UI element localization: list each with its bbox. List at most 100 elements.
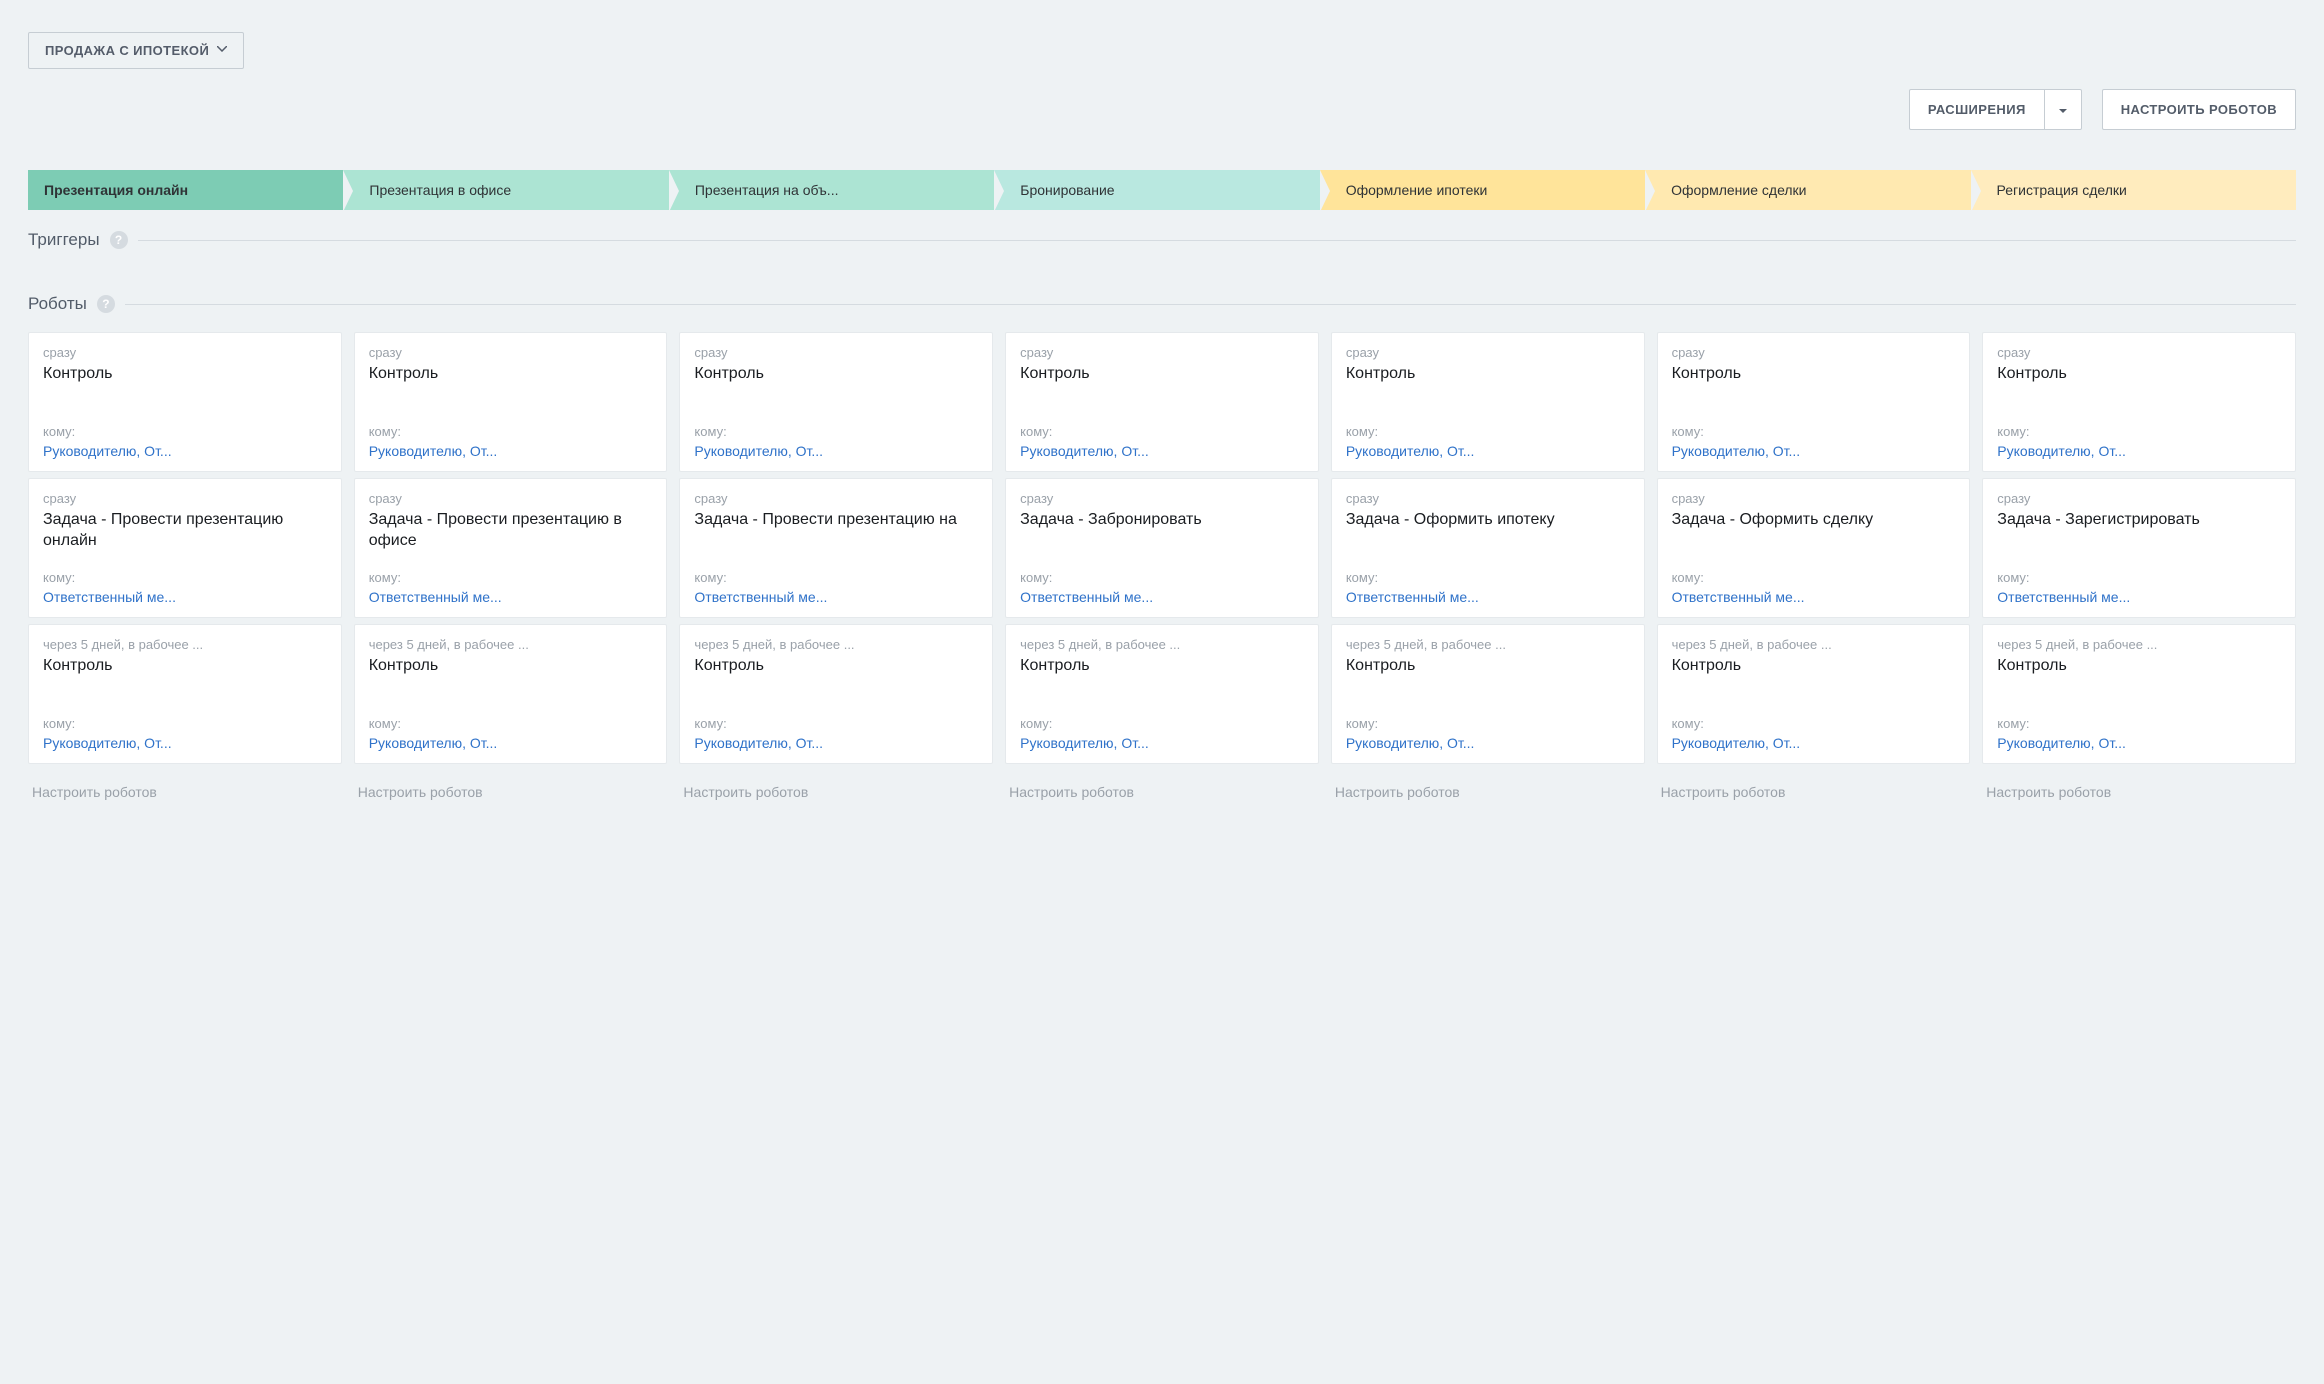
robot-title: Задача - Забронировать bbox=[1020, 510, 1304, 531]
robot-title: Контроль bbox=[1346, 364, 1630, 385]
extensions-button[interactable]: РАСШИРЕНИЯ bbox=[1909, 89, 2082, 130]
robot-card[interactable]: сразуКонтролькому:Руководителю, От... bbox=[1005, 332, 1319, 472]
robot-recipient-value: Руководителю, От... bbox=[1672, 735, 1956, 751]
robot-recipient-value: Руководителю, От... bbox=[369, 735, 653, 751]
pipeline-stage[interactable]: Оформление ипотеки bbox=[1320, 170, 1645, 210]
robot-title: Задача - Провести презентацию онлайн bbox=[43, 510, 327, 552]
robot-title: Задача - Провести презентацию в офисе bbox=[369, 510, 653, 552]
robot-recipient-value: Руководителю, От... bbox=[1020, 443, 1304, 459]
robot-recipient-label: кому: bbox=[1346, 716, 1630, 731]
stage-label: Презентация онлайн bbox=[44, 182, 188, 198]
robot-card[interactable]: сразуЗадача - Забронироватькому:Ответств… bbox=[1005, 478, 1319, 618]
pipeline-stage[interactable]: Презентация онлайн bbox=[28, 170, 343, 210]
robot-recipient-value: Ответственный ме... bbox=[1020, 589, 1304, 605]
robot-card[interactable]: через 5 дней, в рабочее ... Контроль кому:… bbox=[28, 624, 342, 764]
robot-timing: сразу bbox=[43, 491, 327, 506]
robot-timing: сразу bbox=[1997, 345, 2281, 360]
robot-title: Задача - Зарегистрировать bbox=[1997, 510, 2281, 531]
robot-recipient-label: кому: bbox=[1997, 570, 2281, 585]
robot-card[interactable]: сразуКонтролькому:Руководителю, От... bbox=[354, 332, 668, 472]
robot-recipient-label: кому: bbox=[1997, 424, 2281, 439]
robot-title: Контроль bbox=[1672, 364, 1956, 385]
pipeline-stage[interactable]: Регистрация сделки bbox=[1971, 170, 2296, 210]
robot-card[interactable]: сразуЗадача - Провести презентацию в офи… bbox=[354, 478, 668, 618]
pipeline-stage[interactable]: Презентация в офисе bbox=[343, 170, 668, 210]
robot-title: Контроль bbox=[369, 364, 653, 385]
robot-card[interactable]: сразуЗадача - Оформить ипотекукому:Ответ… bbox=[1331, 478, 1645, 618]
configure-robots-link[interactable]: Настроить роботов bbox=[28, 782, 342, 802]
robot-title: Контроль bbox=[694, 656, 978, 677]
robot-timing: сразу bbox=[1346, 345, 1630, 360]
configure-robots-link[interactable]: Настроить роботов bbox=[354, 782, 668, 802]
robot-recipient-label: кому: bbox=[43, 424, 327, 439]
robot-timing: сразу bbox=[694, 345, 978, 360]
configure-robots-link[interactable]: Настроить роботов bbox=[1982, 782, 2296, 802]
pipeline-stage[interactable]: Оформление сделки bbox=[1645, 170, 1970, 210]
robot-timing: сразу bbox=[1346, 491, 1630, 506]
funnel-selector[interactable]: ПРОДАЖА С ИПОТЕКОЙ bbox=[28, 32, 244, 69]
robot-recipient-value: Руководителю, От... bbox=[1997, 443, 2281, 459]
robot-timing: через 5 дней, в рабочее ... bbox=[1672, 637, 1956, 652]
robot-title: Контроль bbox=[43, 656, 327, 677]
configure-robots-link[interactable]: Настроить роботов bbox=[1331, 782, 1645, 802]
robot-recipient-label: кому: bbox=[43, 716, 327, 731]
robot-timing: через 5 дней, в рабочее ... bbox=[1020, 637, 1304, 652]
robot-recipient-value: Руководителю, От... bbox=[1346, 443, 1630, 459]
robot-card[interactable]: через 5 дней, в рабочее ...Контролькому:… bbox=[354, 624, 668, 764]
robot-recipient-label: кому: bbox=[369, 570, 653, 585]
robot-title: Задача - Оформить сделку bbox=[1672, 510, 1956, 531]
triggers-section-header: Триггеры ? bbox=[28, 218, 2296, 262]
robot-timing: через 5 дней, в рабочее ... bbox=[694, 637, 978, 652]
robot-card[interactable]: через 5 дней, в рабочее ...Контролькому:… bbox=[1982, 624, 2296, 764]
configure-robots-link[interactable]: Настроить роботов bbox=[679, 782, 993, 802]
robot-card[interactable]: сразуКонтролькому:Руководителю, От... bbox=[28, 332, 342, 472]
pipeline-stage[interactable]: Презентация на объ... bbox=[669, 170, 994, 210]
robot-timing: сразу bbox=[1672, 345, 1956, 360]
robot-card[interactable]: сразуЗадача - Провести презентацию наком… bbox=[679, 478, 993, 618]
help-icon[interactable]: ? bbox=[110, 231, 128, 249]
robot-timing: через 5 дней, в рабочее ... bbox=[43, 637, 327, 652]
configure-robots-button[interactable]: НАСТРОИТЬ РОБОТОВ bbox=[2102, 89, 2296, 130]
robot-recipient-value: Руководителю, От... bbox=[43, 735, 327, 751]
configure-robots-link[interactable]: Настроить роботов bbox=[1005, 782, 1319, 802]
help-icon[interactable]: ? bbox=[97, 295, 115, 313]
stage-label: Бронирование bbox=[1020, 182, 1114, 198]
robot-recipient-value: Ответственный ме... bbox=[1997, 589, 2281, 605]
configure-robots-link[interactable]: Настроить роботов bbox=[1657, 782, 1971, 802]
robot-recipient-label: кому: bbox=[43, 570, 327, 585]
robot-title: Задача - Оформить ипотеку bbox=[1346, 510, 1630, 531]
robot-recipient-value: Руководителю, От... bbox=[1997, 735, 2281, 751]
robot-card[interactable]: через 5 дней, в рабочее ...Контролькому:… bbox=[1331, 624, 1645, 764]
robot-card[interactable]: сразу Контроль кому: Руководителю, От... bbox=[1982, 332, 2296, 472]
robot-recipient-value: Руководителю, От... bbox=[694, 443, 978, 459]
divider bbox=[138, 240, 2296, 241]
robot-card[interactable]: сразуКонтролькому:Руководителю, От... bbox=[1331, 332, 1645, 472]
robot-card[interactable]: сразуЗадача - Оформить сделкукому:Ответс… bbox=[1657, 478, 1971, 618]
robot-card[interactable]: через 5 дней, в рабочее ... Контроль кому:… bbox=[1005, 624, 1319, 764]
robot-card[interactable]: через 5 дней, в рабочее ...Контролькому:… bbox=[1657, 624, 1971, 764]
robot-card[interactable]: сразу Задача - Провести презентацию онлай… bbox=[28, 478, 342, 618]
robot-title: Контроль bbox=[1997, 364, 2281, 385]
robots-section-header: Роботы ? bbox=[28, 282, 2296, 326]
robot-timing: сразу bbox=[369, 345, 653, 360]
robot-card[interactable]: сразуЗадача - Зарегистрироватькому:Ответ… bbox=[1982, 478, 2296, 618]
stage-label: Презентация на объ... bbox=[695, 182, 839, 198]
extensions-dropdown-toggle[interactable] bbox=[2045, 90, 2081, 129]
robot-card[interactable]: сразуКонтролькому:Руководителю, От... bbox=[1657, 332, 1971, 472]
robot-recipient-label: кому: bbox=[694, 716, 978, 731]
robot-card[interactable]: сразуКонтролькому:Руководителю, От... bbox=[679, 332, 993, 472]
stage-label: Презентация в офисе bbox=[369, 182, 511, 198]
robot-title: Контроль bbox=[1997, 656, 2281, 677]
robot-title: Задача - Провести презентацию на bbox=[694, 510, 978, 531]
extensions-label: РАСШИРЕНИЯ bbox=[1910, 90, 2045, 129]
robot-recipient-label: кому: bbox=[1020, 570, 1304, 585]
robot-title: Контроль bbox=[1020, 656, 1304, 677]
funnel-selected-label: ПРОДАЖА С ИПОТЕКОЙ bbox=[45, 43, 209, 58]
robot-recipient-label: кому: bbox=[369, 716, 653, 731]
robot-recipient-value: Ответственный ме... bbox=[43, 589, 327, 605]
robot-card[interactable]: через 5 дней, в рабочее ... Контроль кому:… bbox=[679, 624, 993, 764]
robot-recipient-label: кому: bbox=[1020, 716, 1304, 731]
chevron-down-icon bbox=[217, 46, 227, 56]
pipeline-stage[interactable]: Бронирование bbox=[994, 170, 1319, 210]
pipeline-stages: Презентация онлайн Презентация в офисе Пре… bbox=[28, 170, 2296, 210]
